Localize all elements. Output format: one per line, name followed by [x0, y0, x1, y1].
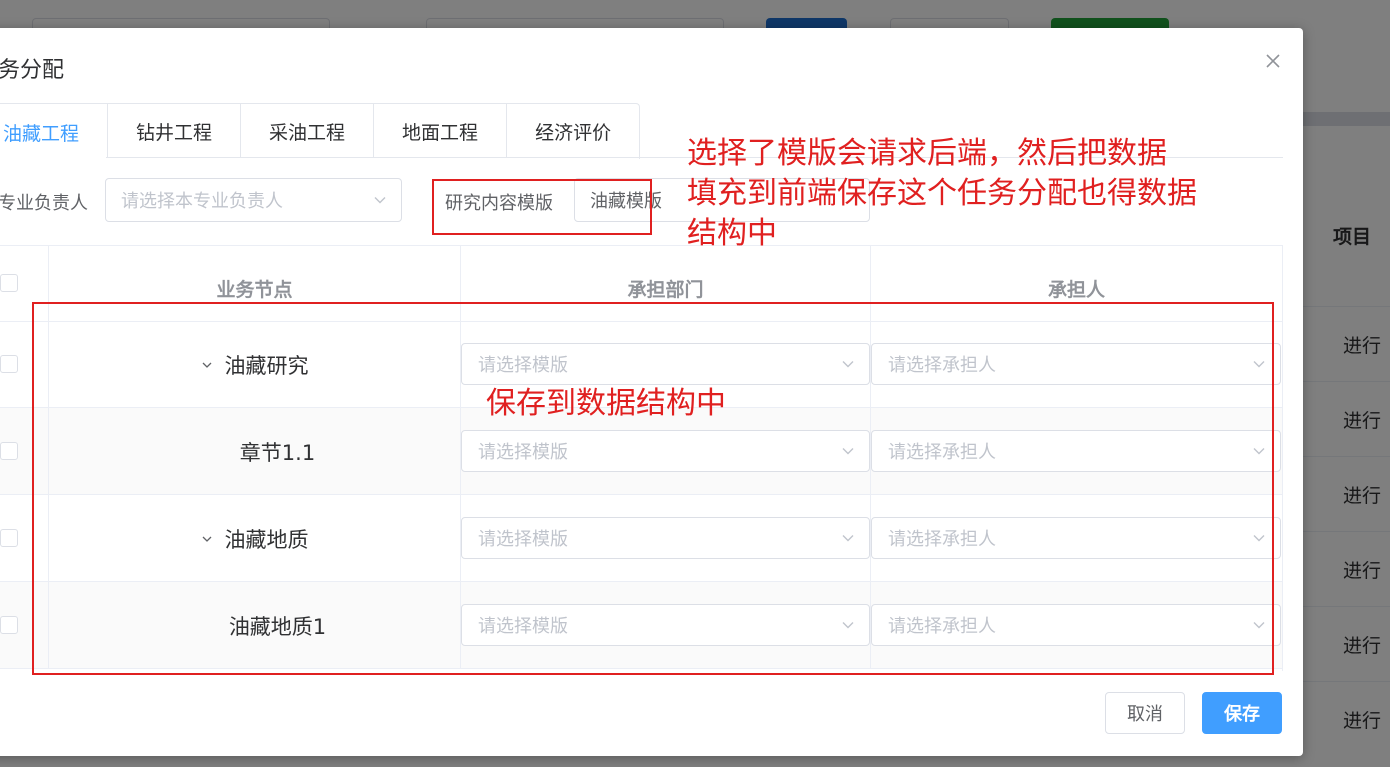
- close-icon[interactable]: [1262, 50, 1284, 72]
- tab-surface-engineering[interactable]: 地面工程: [373, 104, 506, 158]
- chevron-down-icon: [374, 197, 386, 204]
- tab-drilling-engineering[interactable]: 钻井工程: [107, 104, 240, 158]
- dialog-title: 务分配: [0, 58, 65, 83]
- row-checkbox[interactable]: [0, 529, 18, 547]
- cancel-button[interactable]: 取消: [1105, 692, 1185, 734]
- row-checkbox[interactable]: [0, 355, 18, 373]
- annotation-box-table: [32, 302, 1274, 675]
- tab-reservoir-engineering[interactable]: 油藏工程: [0, 104, 108, 160]
- owner-label: 专业负责人: [0, 193, 88, 214]
- annotation-box-template: [432, 179, 652, 235]
- annotation-note-line-3: 结构中: [687, 216, 777, 251]
- owner-select[interactable]: 请选择本专业负责人: [105, 178, 402, 222]
- row-checkbox[interactable]: [0, 616, 18, 634]
- tab-production-engineering[interactable]: 采油工程: [240, 104, 373, 158]
- owner-select-placeholder: 请选择本专业负责人: [121, 191, 283, 212]
- select-all-checkbox[interactable]: [0, 274, 18, 292]
- discipline-tabs: 油藏工程 钻井工程 采油工程 地面工程 经济评价: [0, 103, 641, 160]
- tab-economic-evaluation[interactable]: 经济评价: [506, 104, 639, 158]
- annotation-note-middle: 保存到数据结构中: [486, 386, 726, 421]
- annotation-note-line-1: 选择了模版会请求后端，然后把数据: [687, 136, 1167, 171]
- annotation-note-line-2: 填充到前端保存这个任务分配也得数据: [687, 176, 1197, 211]
- save-button[interactable]: 保存: [1202, 692, 1282, 734]
- row-checkbox[interactable]: [0, 442, 18, 460]
